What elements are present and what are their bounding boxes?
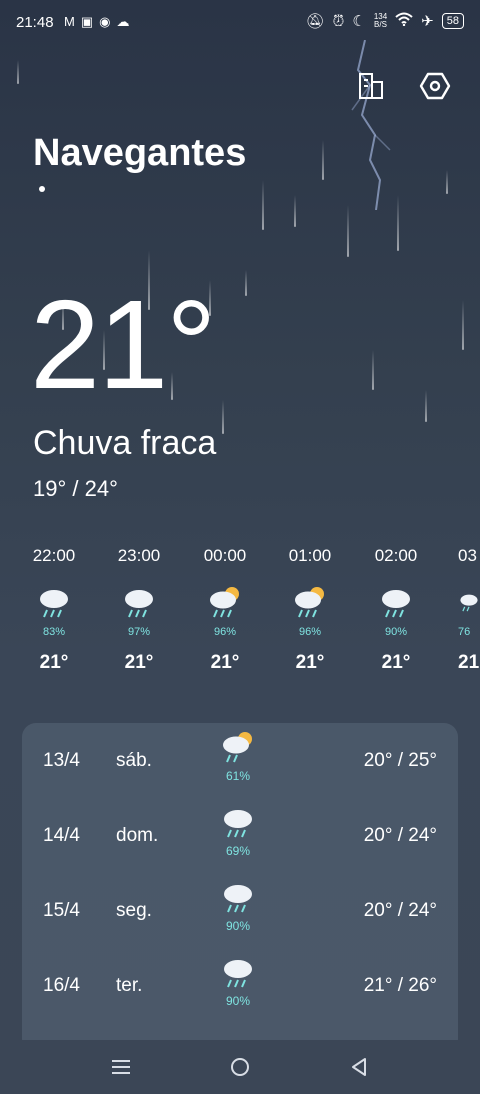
hourly-hour: 22:00 bbox=[32, 546, 76, 565]
settings-icon[interactable] bbox=[419, 70, 451, 102]
hourly-item: 03 76 21 bbox=[438, 540, 480, 674]
hourly-precip: 96% bbox=[213, 626, 237, 638]
hourly-hour: 00:00 bbox=[203, 546, 247, 565]
rain-cloud-icon bbox=[458, 584, 480, 624]
rain-cloud-icon bbox=[96, 584, 182, 624]
hourly-temp: 21° bbox=[210, 652, 240, 673]
hourly-item: 22:00 83% 21° bbox=[11, 540, 97, 674]
battery-icon: 58 bbox=[441, 13, 464, 29]
current-condition: Chuva fraca bbox=[33, 424, 217, 462]
sun-rain-cloud-icon: 61% bbox=[218, 729, 258, 783]
hourly-temp: 21° bbox=[381, 652, 411, 673]
back-nav-icon[interactable] bbox=[349, 1056, 371, 1083]
hourly-temp: 21° bbox=[124, 652, 154, 673]
rain-cloud-icon bbox=[353, 584, 439, 624]
hourly-temp: 21° bbox=[295, 652, 325, 673]
menu-nav-icon[interactable] bbox=[110, 1056, 132, 1083]
daily-range: 20° / 24° bbox=[363, 825, 437, 846]
sun-rain-cloud-icon bbox=[182, 584, 268, 624]
hourly-hour: 01:00 bbox=[288, 546, 332, 565]
city-name[interactable]: Navegantes bbox=[33, 132, 246, 175]
daily-row[interactable]: 15/4 seg. 90% 20° / 24° bbox=[22, 873, 458, 948]
daily-date: 15/4 bbox=[43, 900, 80, 921]
daily-precip: 90% bbox=[225, 919, 251, 933]
daily-range: 20° / 24° bbox=[363, 900, 437, 921]
hourly-forecast[interactable]: 22:00 83% 21° 23:00 97% 21° 00:00 96% 21… bbox=[0, 540, 480, 690]
daily-row[interactable]: 16/4 ter. 90% 21° / 26° bbox=[22, 948, 458, 1023]
hourly-precip: 83% bbox=[42, 626, 66, 638]
hourly-precip: 96% bbox=[298, 626, 322, 638]
daily-forecast-card[interactable]: 13/4 sáb. 61% 20° / 25° 14/4 dom. 69% 20… bbox=[22, 723, 458, 1053]
hourly-temp: 21° bbox=[39, 652, 69, 673]
rain-cloud-icon bbox=[11, 584, 97, 624]
home-nav-icon[interactable] bbox=[229, 1056, 251, 1083]
daily-row[interactable]: 13/4 sáb. 61% 20° / 25° bbox=[22, 723, 458, 798]
hourly-precip: 97% bbox=[127, 626, 151, 638]
hourly-hour: 03 bbox=[458, 546, 477, 565]
daily-precip: 61% bbox=[225, 769, 251, 783]
airplane-icon: ✈ bbox=[421, 13, 434, 30]
daily-weekday: sáb. bbox=[116, 750, 152, 771]
alarm-icon: ⏰︎ bbox=[332, 12, 345, 30]
mute-icon: 🔕︎ bbox=[305, 13, 325, 30]
hourly-item: 02:00 90% 21° bbox=[353, 540, 439, 674]
hourly-hour: 02:00 bbox=[374, 546, 418, 565]
hourly-precip: 76 bbox=[458, 626, 471, 638]
app-notification-icon: ▣ bbox=[80, 14, 100, 29]
hourly-item: 01:00 96% 21° bbox=[267, 540, 353, 674]
daily-row[interactable]: 14/4 dom. 69% 20° / 24° bbox=[22, 798, 458, 873]
cloud-icon: ☁ bbox=[116, 14, 136, 29]
hourly-item: 23:00 97% 21° bbox=[96, 540, 182, 674]
lightning-bolt bbox=[351, 40, 391, 210]
hourly-temp: 21 bbox=[458, 652, 480, 673]
daily-date: 13/4 bbox=[43, 750, 80, 771]
sun-rain-cloud-icon bbox=[267, 584, 353, 624]
rain-cloud-icon: 90% bbox=[218, 879, 258, 933]
navigation-bar bbox=[0, 1040, 480, 1094]
moon-icon: ☾ bbox=[352, 13, 366, 30]
rain-cloud-icon: 69% bbox=[218, 804, 258, 858]
daily-range: 21° / 26° bbox=[363, 975, 437, 996]
daily-range: 20° / 25° bbox=[363, 750, 437, 771]
hourly-precip: 90% bbox=[384, 626, 408, 638]
rain-cloud-icon: 90% bbox=[218, 954, 258, 1008]
chrome-icon: ◉ bbox=[99, 14, 117, 29]
daily-weekday: dom. bbox=[116, 825, 159, 846]
current-temperature: 21° bbox=[30, 274, 217, 415]
notification-icons: M▣◉☁ bbox=[64, 14, 135, 30]
daily-precip: 90% bbox=[225, 994, 251, 1008]
daily-weekday: seg. bbox=[116, 900, 152, 921]
daily-weekday: ter. bbox=[116, 975, 143, 996]
page-indicator-dot bbox=[39, 186, 45, 192]
daily-precip: 69% bbox=[225, 844, 251, 858]
status-time: 21:48 bbox=[16, 14, 54, 31]
daily-date: 16/4 bbox=[43, 975, 80, 996]
current-range: 19° / 24° bbox=[33, 476, 118, 501]
gmail-icon: M bbox=[64, 14, 81, 29]
hourly-hour: 23:00 bbox=[117, 546, 161, 565]
status-bar: 21:48 M▣◉☁ 🔕︎ ⏰︎ ☾ 134 B/S ✈ 58 bbox=[0, 0, 480, 46]
wifi-icon bbox=[395, 12, 413, 30]
network-speed: 134 B/S bbox=[373, 12, 388, 29]
hourly-item: 00:00 96% 21° bbox=[182, 540, 268, 674]
city-manage-icon[interactable] bbox=[355, 70, 387, 102]
daily-date: 14/4 bbox=[43, 825, 80, 846]
